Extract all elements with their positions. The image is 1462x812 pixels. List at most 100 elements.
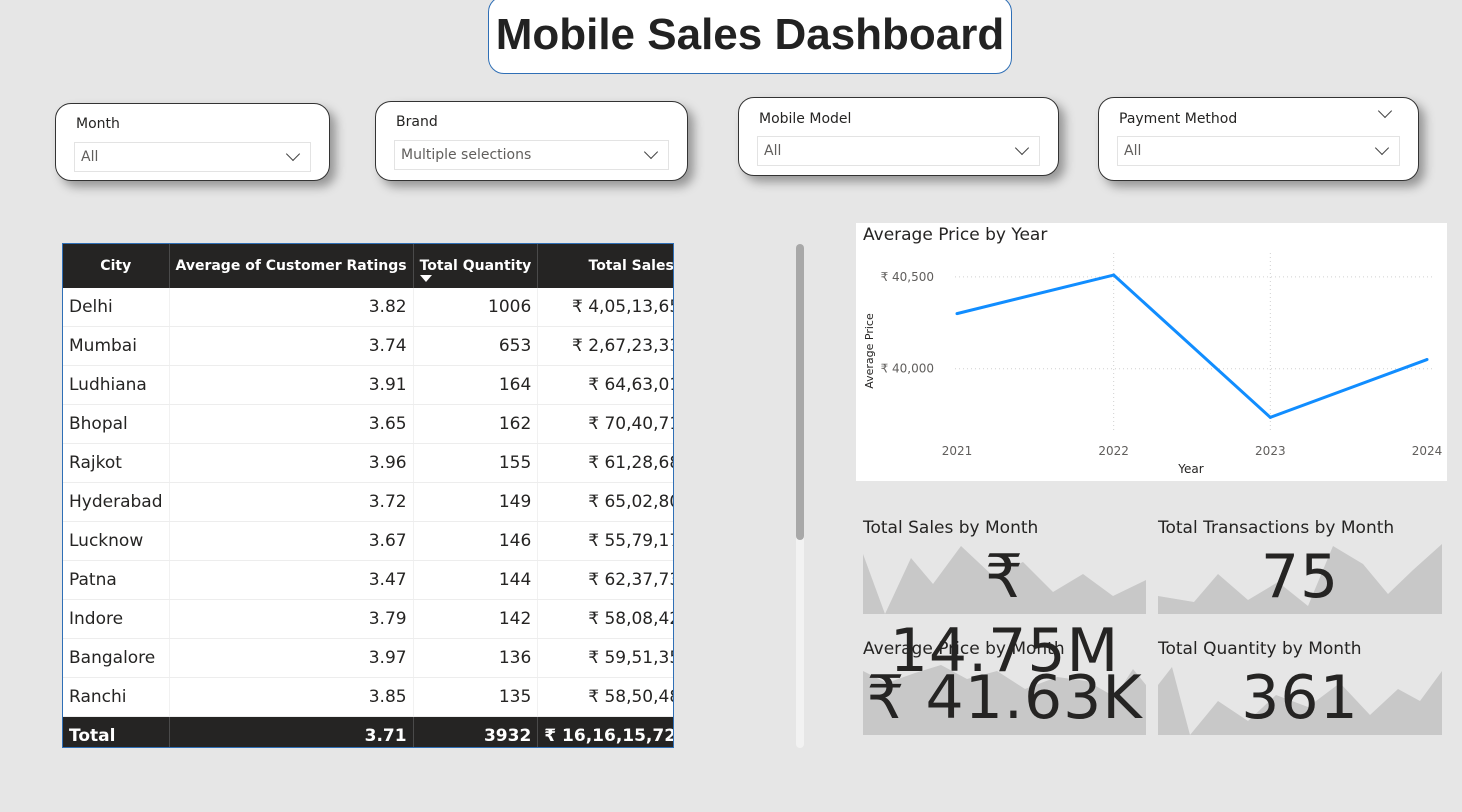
data-point <box>1112 273 1116 277</box>
slicer-mobile-model-label: Mobile Model <box>759 111 852 127</box>
table-cell-city: Indore <box>63 599 170 639</box>
line-chart-svg: ₹ 40,000 ₹ 40,500 2021 2022 2023 2024 Year Aver… <box>863 253 1443 476</box>
slicer-payment-method-value: All <box>1124 143 1142 159</box>
table-cell-city: Lucknow <box>63 521 170 561</box>
table-cell-qty: 1006 <box>413 288 539 327</box>
y-tick-label: ₹ 40,000 <box>881 362 934 376</box>
table-cell-city: Delhi <box>63 288 170 327</box>
card-value-average-price: ₹ 41.63K <box>866 663 1143 733</box>
table-cell-sales: ₹ 59,51,350.59 <box>537 638 673 678</box>
table-total-row: Total3.713932₹ 16,16,15,729.97 <box>63 716 673 747</box>
table-row[interactable]: Bhopal3.65162₹ 70,40,710.62 <box>63 404 673 444</box>
series-line <box>956 273 1428 419</box>
data-point <box>1425 358 1429 362</box>
table-row[interactable]: Rajkot3.96155₹ 61,28,681.48 <box>63 443 673 483</box>
table-cell-qty: 653 <box>413 326 539 366</box>
table-cell-rating: 3.97 <box>169 638 414 678</box>
table-cell-qty: 164 <box>413 365 539 405</box>
table-cell-city: Mumbai <box>63 326 170 366</box>
column-header-total-quantity-label: Total Quantity <box>419 258 532 274</box>
slicer-brand-value: Multiple selections <box>401 147 532 163</box>
x-axis-title: Year <box>1177 462 1203 476</box>
table-cell-rating: 3.74 <box>169 326 414 366</box>
table-row[interactable]: Mumbai3.74653₹ 2,67,23,334.09 <box>63 326 673 366</box>
page-title: Mobile Sales Dashboard <box>495 10 1005 59</box>
table-cell-sales: ₹ 58,08,427.37 <box>537 599 673 639</box>
x-tick-label: 2021 <box>942 444 973 458</box>
table-row[interactable]: Delhi3.821006₹ 4,05,13,650.34 <box>63 288 673 327</box>
column-header-avg-ratings[interactable]: Average of Customer Ratings <box>169 244 414 288</box>
chevron-down-icon[interactable] <box>1377 103 1393 119</box>
x-tick-label: 2022 <box>1098 444 1129 458</box>
scrollbar-thumb[interactable] <box>796 244 804 540</box>
table-row[interactable]: Hyderabad3.72149₹ 65,02,800.24 <box>63 482 673 522</box>
table-cell-qty: 146 <box>413 521 539 561</box>
slicer-payment-method-dropdown[interactable]: All <box>1117 136 1400 166</box>
table-cell-qty: 162 <box>413 404 539 444</box>
slicer-mobile-model-dropdown[interactable]: All <box>757 136 1040 166</box>
slicer-month-value: All <box>81 149 99 165</box>
table-cell-sales: ₹ 65,02,800.24 <box>537 482 673 522</box>
table-header-row: City Average of Customer Ratings Total Q… <box>63 244 673 288</box>
table-cell-rating: 3.96 <box>169 443 414 483</box>
card-title-total-transactions: Total Transactions by Month <box>1158 518 1395 538</box>
sort-descending-icon <box>419 275 432 282</box>
table-row[interactable]: Ranchi3.85135₹ 58,50,484.01 <box>63 677 673 717</box>
table-cell-rating: 3.47 <box>169 560 414 600</box>
table-cell-city: Bhopal <box>63 404 170 444</box>
total-cell-sales: ₹ 16,16,15,729.97 <box>537 716 673 747</box>
table-cell-sales: ₹ 4,05,13,650.34 <box>537 288 673 327</box>
table-row[interactable]: Indore3.79142₹ 58,08,427.37 <box>63 599 673 639</box>
card-title-total-sales: Total Sales by Month <box>863 518 1039 538</box>
scrollbar[interactable] <box>796 244 804 748</box>
slicer-month-dropdown[interactable]: All <box>74 142 311 172</box>
column-header-city[interactable]: City <box>63 244 170 288</box>
table-cell-city: Rajkot <box>63 443 170 483</box>
table-row[interactable]: Ludhiana3.91164₹ 64,63,011.86 <box>63 365 673 405</box>
card-title-average-price: Average Price by Month <box>863 639 1065 659</box>
table-row[interactable]: Patna3.47144₹ 62,37,736.55 <box>63 560 673 600</box>
table-row[interactable]: Bangalore3.97136₹ 59,51,350.59 <box>63 638 673 678</box>
slicer-brand[interactable]: Brand Multiple selections <box>375 101 688 181</box>
table-row[interactable]: Lucknow3.67146₹ 55,79,172.54 <box>63 521 673 561</box>
slicer-mobile-model-value: All <box>764 143 782 159</box>
dashboard-title-box: Mobile Sales Dashboard <box>488 0 1012 74</box>
table-cell-rating: 3.91 <box>169 365 414 405</box>
total-cell-qty: 3932 <box>413 716 539 747</box>
table-cell-rating: 3.82 <box>169 288 414 327</box>
slicer-month[interactable]: Month All <box>55 103 330 181</box>
table-cell-rating: 3.85 <box>169 677 414 717</box>
slicer-brand-dropdown[interactable]: Multiple selections <box>394 140 669 170</box>
table-cell-rating: 3.79 <box>169 599 414 639</box>
average-price-by-year-chart: Average Price by Year ₹ 40,000 ₹ 40,500 20… <box>856 223 1447 481</box>
slicer-brand-label: Brand <box>396 114 438 130</box>
x-tick-label: 2023 <box>1255 444 1286 458</box>
chevron-down-icon <box>1374 140 1390 156</box>
total-cell-rating: 3.71 <box>169 716 414 747</box>
table-cell-sales: ₹ 55,79,172.54 <box>537 521 673 561</box>
city-sales-table: City Average of Customer Ratings Total Q… <box>62 243 674 748</box>
card-value-total-transactions: 75 <box>1260 542 1340 612</box>
table-cell-city: Ranchi <box>63 677 170 717</box>
table-cell-city: Patna <box>63 560 170 600</box>
slicer-payment-method-label: Payment Method <box>1119 111 1238 127</box>
column-header-total-sales[interactable]: Total Sales <box>537 244 673 288</box>
slicer-month-label: Month <box>76 116 120 132</box>
slicer-mobile-model[interactable]: Mobile Model All <box>738 97 1059 176</box>
total-cell-city: Total <box>63 716 170 747</box>
card-total-quantity: 361 <box>1158 661 1442 735</box>
table-cell-qty: 142 <box>413 599 539 639</box>
chevron-down-icon <box>643 144 659 160</box>
column-header-total-quantity[interactable]: Total Quantity <box>413 244 539 288</box>
card-total-transactions: 75 <box>1158 540 1442 614</box>
table-cell-sales: ₹ 64,63,011.86 <box>537 365 673 405</box>
slicer-payment-method[interactable]: Payment Method All <box>1098 97 1419 181</box>
table-cell-qty: 135 <box>413 677 539 717</box>
table-cell-qty: 136 <box>413 638 539 678</box>
table-cell-city: Bangalore <box>63 638 170 678</box>
table-cell-sales: ₹ 61,28,681.48 <box>537 443 673 483</box>
chevron-down-icon <box>1014 140 1030 156</box>
card-total-sales: ₹ 14.75M <box>863 540 1146 686</box>
table-cell-rating: 3.67 <box>169 521 414 561</box>
x-tick-label: 2024 <box>1412 444 1443 458</box>
